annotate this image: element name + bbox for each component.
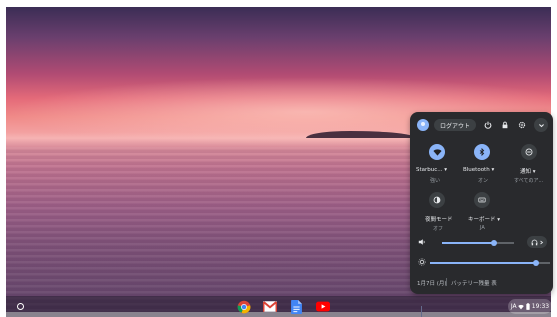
battery-icon: [526, 303, 530, 310]
shelf: JA 19:33: [6, 296, 552, 317]
brightness-slider[interactable]: [430, 259, 550, 267]
keyboard-icon: [478, 197, 486, 203]
footer-divider: [446, 278, 447, 286]
launcher-button[interactable]: [15, 301, 25, 311]
settings-button[interactable]: [515, 118, 529, 132]
do-not-disturb-icon: [525, 148, 533, 156]
gear-icon: [518, 121, 526, 129]
clock: 19:33: [531, 303, 550, 310]
audio-settings-button[interactable]: [527, 236, 547, 248]
lock-icon: [502, 121, 508, 129]
volume-icon: [418, 239, 425, 245]
bluetooth-name: Bluetooth: [463, 167, 490, 173]
night-light-toggle[interactable]: [429, 192, 445, 208]
headphones-icon: [531, 239, 537, 245]
chrome-icon: [237, 300, 250, 313]
gmail-app[interactable]: [262, 299, 277, 314]
bluetooth-label[interactable]: Bluetooth ▾: [463, 167, 494, 173]
night-light-status: オフ: [433, 226, 444, 232]
wifi-icon: [432, 148, 442, 156]
bluetooth-toggle[interactable]: [474, 144, 490, 160]
user-avatar[interactable]: [417, 119, 429, 131]
gmail-icon: [262, 301, 277, 312]
battery-label: バッテリー残量 表: [451, 281, 497, 287]
notifications-status: すべてのア...: [514, 178, 544, 184]
launcher-icon: [16, 302, 24, 310]
volume-slider[interactable]: [442, 239, 514, 247]
chevron-down-icon: [538, 123, 544, 127]
brightness-icon: [418, 258, 426, 266]
brightness-slider-fill: [430, 262, 536, 264]
power-button[interactable]: [481, 118, 495, 132]
volume-button[interactable]: [418, 238, 426, 248]
network-label[interactable]: Starbuc... ▾: [416, 167, 447, 173]
bluetooth-status: オン: [478, 178, 489, 184]
notifications-toggle[interactable]: [521, 144, 537, 160]
keyboard-name: キーボード: [468, 217, 496, 223]
date-label[interactable]: 1月7日 (月): [417, 279, 447, 287]
ime-indicator: JA: [510, 303, 517, 310]
system-tray-bubble: ログアウト Starbuc... ▾ 強い Bluetooth ▾ オン 通知 …: [410, 112, 553, 294]
volume-slider-thumb[interactable]: [491, 240, 497, 246]
bluetooth-icon: [479, 148, 485, 156]
night-light-label[interactable]: 夜間モード: [425, 215, 453, 223]
collapse-tray-button[interactable]: [534, 118, 548, 132]
signout-button[interactable]: ログアウト: [434, 119, 477, 131]
notifications-name: 通知: [520, 169, 532, 175]
docs-icon: [291, 299, 302, 314]
docs-app[interactable]: [289, 299, 304, 314]
power-icon: [484, 121, 492, 129]
tray-footer: 1月7日 (月) バッテリー残量 表: [410, 275, 553, 289]
network-status: 強い: [430, 178, 441, 184]
lock-button[interactable]: [498, 118, 512, 132]
keyboard-status: JA: [480, 225, 485, 231]
night-light-icon: [433, 196, 441, 204]
notifications-label[interactable]: 通知 ▾: [520, 167, 536, 175]
keyboard-label[interactable]: キーボード ▾: [468, 215, 500, 223]
chrome-app[interactable]: [236, 299, 251, 314]
keyboard-toggle[interactable]: [474, 192, 490, 208]
youtube-icon: [315, 301, 330, 312]
network-toggle[interactable]: [429, 144, 445, 160]
network-name: Starbuc...: [416, 167, 443, 173]
brightness-slider-thumb[interactable]: [533, 260, 539, 266]
volume-slider-fill: [442, 242, 494, 244]
youtube-app[interactable]: [315, 299, 330, 314]
chevron-right-icon: [539, 240, 543, 244]
brightness-icon-wrap: [418, 258, 426, 268]
status-area[interactable]: JA 19:33: [508, 299, 552, 314]
volume-slider-rest: [494, 242, 514, 244]
wifi-icon: [518, 304, 525, 309]
